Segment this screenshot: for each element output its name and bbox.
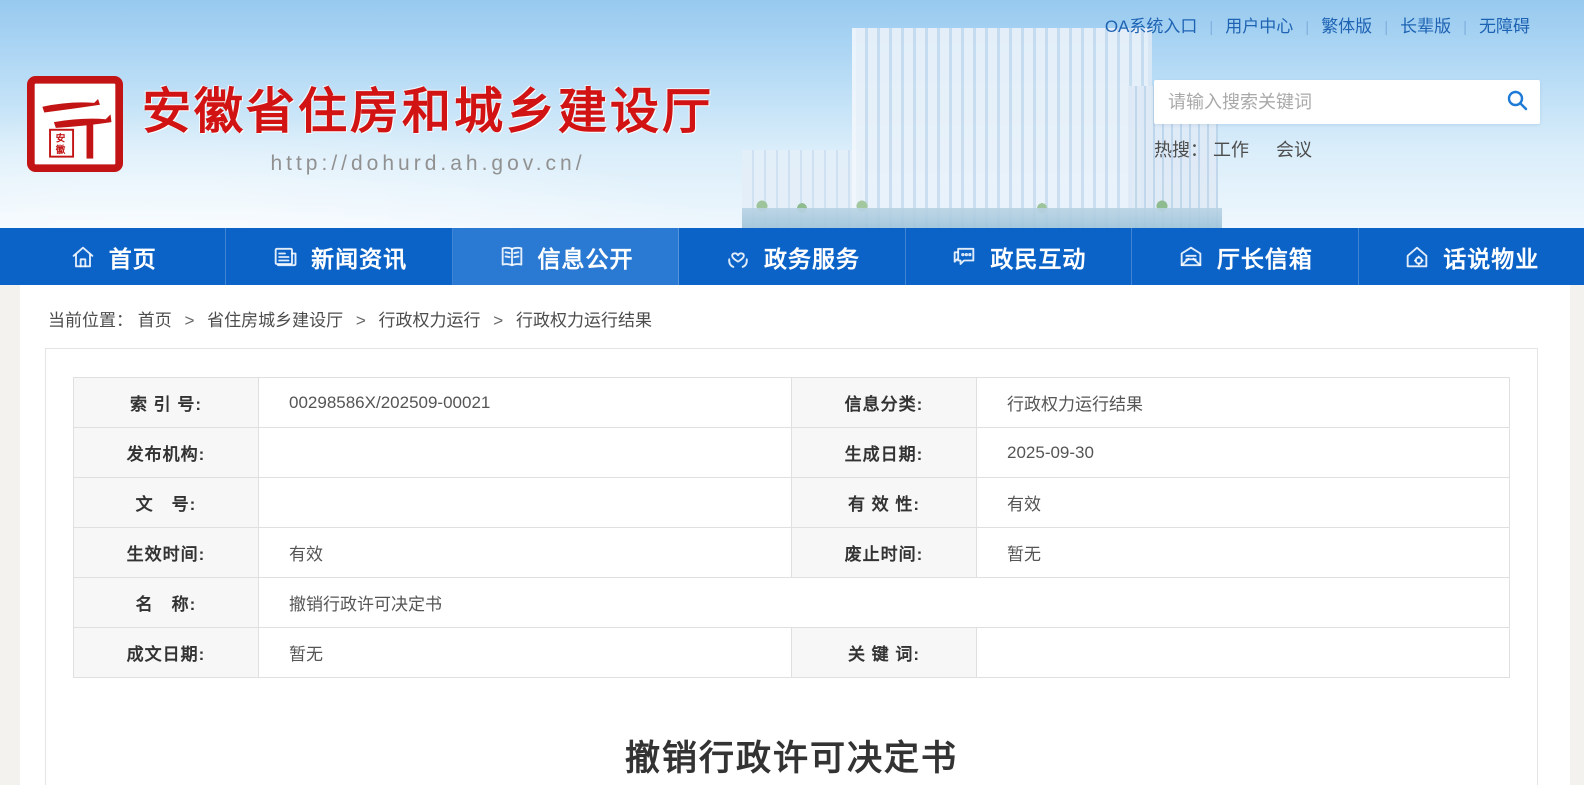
nav-item-director-mailbox[interactable]: 厅长信箱 [1132,228,1358,285]
property-house-icon [1403,243,1431,271]
nav-item-home[interactable]: 首页 [0,228,226,285]
service-hands-icon [724,243,752,271]
top-utility-links: OA系统入口 | 用户中心 | 繁体版 | 长辈版 | 无障碍 [1095,12,1540,37]
document-meta-table: 索 引 号: 00298586X/202509-00021 信息分类: 行政权力… [73,377,1510,678]
breadcrumb-item-power-operation[interactable]: 行政权力运行 [379,311,481,330]
open-book-icon [498,243,526,271]
page: OA系统入口 | 用户中心 | 繁体版 | 长辈版 | 无障碍 安 徽 安徽省住房和城乡建设厅 … [0,0,1584,785]
meta-label-issuer: 发布机构: [74,428,259,478]
breadcrumb-item-home[interactable]: 首页 [138,311,172,330]
home-icon [69,243,97,271]
meta-label-keywords: 关 键 词: [792,628,977,678]
breadcrumb-label: 当前位置： [48,311,133,330]
site-header: OA系统入口 | 用户中心 | 繁体版 | 长辈版 | 无障碍 安 徽 安徽省住房和城乡建设厅 … [0,0,1584,228]
hot-search: 热搜： 工作 会议 [1154,136,1540,162]
nav-item-gov-services[interactable]: 政务服务 [679,228,905,285]
nav-item-label: 话说物业 [1443,240,1539,274]
meta-value-repeal-time: 暂无 [977,528,1510,578]
breadcrumb-separator: > [184,311,194,330]
nav-item-label: 政务服务 [764,240,860,274]
meta-value-keywords [977,628,1510,678]
breadcrumb-item-department[interactable]: 省住房城乡建设厅 [207,311,343,330]
link-separator: | [1463,19,1467,36]
meta-label-repeal-time: 废止时间: [792,528,977,578]
building-base [742,208,1222,228]
meta-value-issuer [259,428,792,478]
link-separator: | [1209,19,1213,36]
meta-label-doc-number: 文 号: [74,478,259,528]
nav-item-label: 首页 [109,240,157,274]
meta-value-generated-date: 2025-09-30 [977,428,1510,478]
meta-value-validity: 有效 [977,478,1510,528]
hot-search-label: 热搜： [1154,140,1208,160]
breadcrumb-separator: > [356,311,366,330]
link-separator: | [1305,19,1309,36]
meta-value-written-date: 暂无 [259,628,792,678]
site-url: http://dohurd.ah.gov.cn/ [142,152,714,176]
breadcrumb-item-power-results[interactable]: 行政权力运行结果 [516,311,652,330]
meta-label-category: 信息分类: [792,378,977,428]
svg-text:安: 安 [56,132,66,144]
nav-item-label: 新闻资讯 [311,240,407,274]
search-bar [1154,80,1540,124]
meta-value-effective-time: 有效 [259,528,792,578]
nav-item-public-interaction[interactable]: 政民互动 [906,228,1132,285]
traditional-chinese-link[interactable]: 繁体版 [1321,17,1372,36]
chat-bubble-icon [950,243,978,271]
mailbox-icon [1177,243,1205,271]
search-button[interactable] [1494,80,1540,124]
nav-item-label: 政民互动 [990,240,1086,274]
breadcrumb-separator: > [493,311,503,330]
hot-search-term[interactable]: 会议 [1276,140,1312,160]
search-icon [1505,88,1529,117]
meta-label-effective-time: 生效时间: [74,528,259,578]
meta-label-index-no: 索 引 号: [74,378,259,428]
user-center-link[interactable]: 用户中心 [1225,17,1293,36]
meta-value-category: 行政权力运行结果 [977,378,1510,428]
document-title: 撤销行政许可决定书 [46,730,1537,781]
site-title-block: 安徽省住房和城乡建设厅 http://dohurd.ah.gov.cn/ [142,72,714,176]
svg-text:徽: 徽 [55,144,66,156]
nav-item-property-talk[interactable]: 话说物业 [1359,228,1584,285]
hot-search-term[interactable]: 工作 [1213,140,1249,160]
seal-logo-icon: 安 徽 [27,159,123,176]
main-nav: 首页 新闻资讯 信息公开 政务服务 政民互动 [0,228,1584,285]
nav-item-label: 信息公开 [538,240,634,274]
meta-label-validity: 有 效 性: [792,478,977,528]
meta-label-name: 名 称: [74,578,259,628]
detail-panel: 索 引 号: 00298586X/202509-00021 信息分类: 行政权力… [45,348,1538,785]
meta-label-written-date: 成文日期: [74,628,259,678]
meta-value-index-no: 00298586X/202509-00021 [259,378,792,428]
search-input[interactable] [1154,92,1494,113]
site-logo-link[interactable]: 安 徽 [27,76,123,172]
meta-value-doc-number [259,478,792,528]
nav-item-label: 厅长信箱 [1217,240,1313,274]
meta-label-generated-date: 生成日期: [792,428,977,478]
news-icon [271,243,299,271]
nav-item-info-disclosure[interactable]: 信息公开 [453,228,679,285]
link-separator: | [1384,19,1388,36]
elder-version-link[interactable]: 长辈版 [1400,17,1451,36]
nav-item-news[interactable]: 新闻资讯 [226,228,452,285]
oa-entry-link[interactable]: OA系统入口 [1105,17,1198,36]
accessibility-link[interactable]: 无障碍 [1479,17,1530,36]
site-title: 安徽省住房和城乡建设厅 [142,72,714,143]
breadcrumb: 当前位置： 首页 > 省住房城乡建设厅 > 行政权力运行 > 行政权力运行结果 [48,306,652,331]
meta-value-name: 撤销行政许可决定书 [259,578,1510,628]
